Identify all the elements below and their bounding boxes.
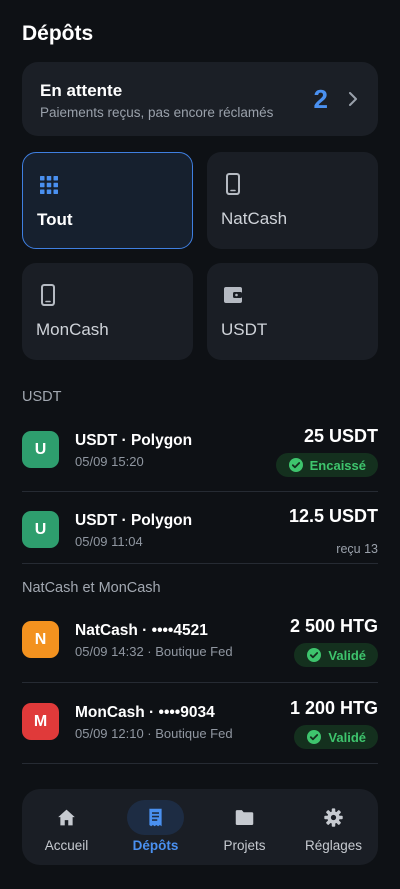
pending-subtitle: Paiements reçus, pas encore réclamés xyxy=(40,105,274,120)
gear-icon xyxy=(324,808,343,827)
transaction-date: 05/09 15:20 xyxy=(75,454,144,469)
transaction-date: 05/09 12:10 · Boutique Fed xyxy=(75,726,233,741)
avatar: U xyxy=(22,511,59,548)
filter-tile-moncash[interactable]: MonCash xyxy=(22,263,193,360)
received-note: reçu 13 xyxy=(336,542,378,556)
divider xyxy=(22,563,378,564)
transaction-date: 05/09 14:32 · Boutique Fed xyxy=(75,644,233,659)
status-label: Encaissé xyxy=(309,457,366,473)
transaction-row[interactable]: N NatCash · ••••4521 05/09 14:32 · Bouti… xyxy=(22,610,378,682)
avatar: N xyxy=(22,621,59,658)
status-badge: Validé xyxy=(294,643,378,667)
avatar: U xyxy=(22,431,59,468)
transaction-title: USDT · Polygon xyxy=(75,432,193,449)
status-badge: Encaissé xyxy=(275,453,378,477)
nav-label: Accueil xyxy=(44,838,89,853)
check-circle-icon xyxy=(288,458,303,472)
transaction-row[interactable]: M MonCash · ••••9034 05/09 12:10 · Bouti… xyxy=(22,692,378,764)
wallet-icon xyxy=(224,287,242,303)
filter-tile-natcash[interactable]: NatCash xyxy=(207,152,378,249)
phone-icon xyxy=(226,173,240,195)
section-title-usdt: USDT xyxy=(22,389,62,405)
filter-tile-usdt[interactable]: USDT xyxy=(207,263,378,360)
filter-label: MonCash xyxy=(36,320,109,339)
status-label: Validé xyxy=(328,647,366,663)
bottom-nav: Accueil Dépôts Projets Réglages xyxy=(22,789,378,865)
nav-item-reglages[interactable]: Réglages xyxy=(289,789,378,865)
check-circle-icon xyxy=(307,730,322,744)
check-circle-icon xyxy=(307,648,322,662)
nav-item-accueil[interactable]: Accueil xyxy=(22,789,111,865)
nav-label: Réglages xyxy=(304,838,363,853)
transaction-amount: 2 500 HTG xyxy=(289,616,378,636)
nav-item-projets[interactable]: Projets xyxy=(200,789,289,865)
divider xyxy=(22,682,378,683)
section-title-mobile: NatCash et MonCash xyxy=(22,580,161,596)
home-icon xyxy=(58,809,75,826)
nav-label: Dépôts xyxy=(132,838,179,853)
grid-icon xyxy=(40,176,58,194)
pending-count: 2 xyxy=(313,84,328,114)
avatar: M xyxy=(22,703,59,740)
transaction-row[interactable]: U USDT · Polygon 05/09 15:20 25 USDT Enc… xyxy=(22,420,378,492)
pending-title: En attente xyxy=(40,81,123,100)
page-title: Dépôts xyxy=(22,22,94,45)
filter-label: Tout xyxy=(37,210,73,229)
status-label: Validé xyxy=(328,729,366,745)
transaction-row[interactable]: U USDT · Polygon 05/09 11:04 12.5 USDT r… xyxy=(22,500,378,572)
filter-tile-tout[interactable]: Tout xyxy=(22,152,193,249)
nav-item-depots[interactable]: Dépôts xyxy=(111,789,200,865)
transaction-date: 05/09 11:04 xyxy=(75,534,143,549)
transaction-title: NatCash · ••••4521 xyxy=(75,622,208,639)
receipt-icon xyxy=(149,808,162,827)
transaction-title: USDT · Polygon xyxy=(75,512,193,529)
transaction-amount: 1 200 HTG xyxy=(289,698,378,718)
nav-label: Projets xyxy=(223,838,266,853)
pending-card[interactable]: En attente Paiements reçus, pas encore r… xyxy=(22,62,378,136)
phone-icon xyxy=(41,284,55,306)
transaction-amount: 12.5 USDT xyxy=(288,506,378,526)
divider xyxy=(22,763,378,764)
status-badge: Validé xyxy=(294,725,378,749)
chevron-right-icon xyxy=(349,92,357,106)
filter-label: USDT xyxy=(221,320,268,339)
divider xyxy=(22,491,378,492)
filter-label: NatCash xyxy=(221,209,288,228)
transaction-title: MonCash · ••••9034 xyxy=(75,704,215,721)
transaction-amount: 25 USDT xyxy=(303,426,378,446)
folder-icon xyxy=(235,810,254,825)
